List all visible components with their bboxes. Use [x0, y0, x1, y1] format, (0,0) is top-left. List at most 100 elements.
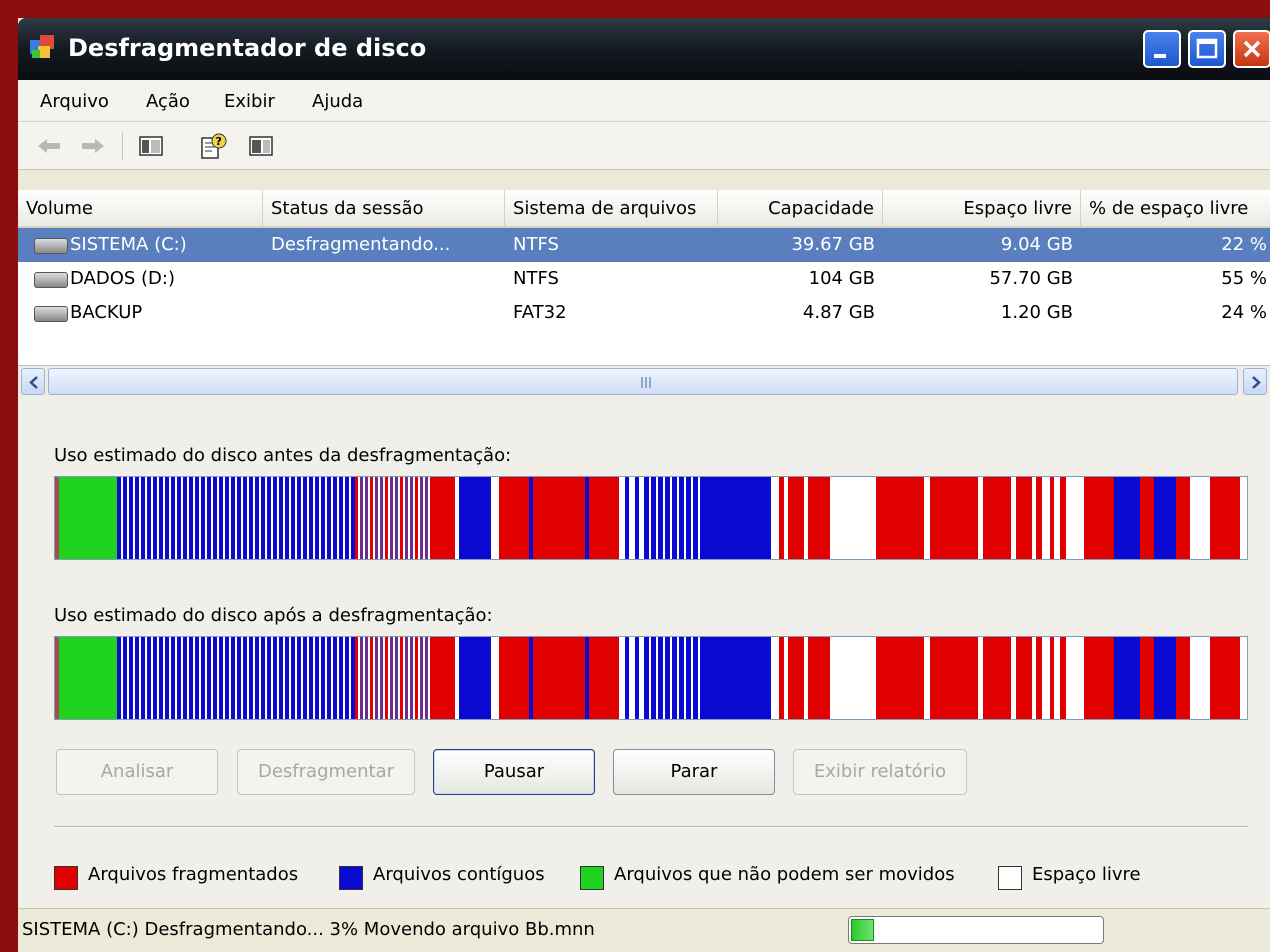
cluster-segment	[59, 477, 117, 559]
show-hide-console-tree-icon[interactable]	[136, 132, 166, 160]
cluster-segment	[1084, 637, 1114, 719]
table-row[interactable]: SISTEMA (C:) Desfragmentando... NTFS 39.…	[18, 228, 1270, 262]
cluster-segment	[273, 477, 277, 559]
column-header-status[interactable]: Status da sessão	[263, 190, 505, 228]
scroll-thumb[interactable]	[48, 368, 1238, 395]
cluster-segment	[373, 477, 375, 559]
close-button[interactable]	[1233, 30, 1270, 68]
cluster-segment	[183, 637, 187, 719]
menu-exibir[interactable]: Exibir	[224, 91, 275, 112]
cluster-segment	[658, 637, 663, 719]
table-row[interactable]: DADOS (D:) NTFS 104 GB 57.70 GB 55 %	[18, 262, 1270, 296]
cluster-segment	[420, 477, 423, 559]
cluster-segment	[351, 477, 355, 559]
cluster-segment	[398, 477, 400, 559]
cell-free-space: 57.70 GB	[989, 268, 1073, 289]
cluster-segment	[279, 477, 283, 559]
column-header-free-percent[interactable]: % de espaço livre	[1081, 190, 1270, 228]
help-icon[interactable]: ?	[198, 132, 228, 160]
cluster-segment	[1084, 477, 1114, 559]
cluster-segment	[665, 637, 670, 719]
title-bar[interactable]: Desfragmentador de disco	[18, 18, 1270, 80]
cluster-segment	[295, 637, 297, 719]
cluster-segment	[291, 637, 295, 719]
cluster-segment	[1060, 477, 1066, 559]
horizontal-scrollbar[interactable]	[18, 365, 1270, 397]
cluster-segment	[629, 637, 635, 719]
analyze-button[interactable]: Analisar	[56, 749, 218, 795]
cluster-segment	[430, 637, 433, 719]
cluster-segment	[423, 477, 425, 559]
cluster-segment	[255, 637, 259, 719]
cluster-segment	[693, 477, 698, 559]
cluster-segment	[237, 637, 241, 719]
defragment-button[interactable]: Desfragmentar	[237, 749, 415, 795]
column-header-filesystem[interactable]: Sistema de arquivos	[505, 190, 718, 228]
cluster-segment	[672, 477, 677, 559]
maximize-button[interactable]	[1188, 30, 1226, 68]
cluster-segment	[229, 637, 231, 719]
cluster-segment	[129, 637, 133, 719]
forward-arrow-icon[interactable]	[78, 132, 108, 160]
cluster-segment	[243, 477, 247, 559]
cluster-segment	[698, 637, 700, 719]
cluster-segment	[297, 637, 301, 719]
cluster-segment	[217, 477, 219, 559]
cluster-segment	[635, 637, 639, 719]
column-header-capacity[interactable]: Capacidade	[718, 190, 883, 228]
cluster-segment	[351, 637, 355, 719]
cluster-segment	[686, 477, 691, 559]
menu-acao[interactable]: Ação	[146, 91, 190, 112]
stop-button[interactable]: Parar	[613, 749, 775, 795]
scroll-right-button[interactable]	[1243, 368, 1267, 395]
cluster-segment	[619, 477, 625, 559]
cluster-segment	[343, 637, 345, 719]
column-header-volume[interactable]: Volume	[18, 190, 263, 228]
minimize-button[interactable]	[1143, 30, 1181, 68]
maximize-icon	[1196, 38, 1218, 59]
cluster-segment	[1011, 477, 1016, 559]
cluster-segment	[1042, 477, 1050, 559]
cluster-segment	[656, 477, 658, 559]
cluster-segment	[924, 477, 930, 559]
legend-label-unmovable: Arquivos que não podem ser movidos	[614, 864, 955, 885]
cluster-segment	[55, 637, 59, 719]
cluster-segment	[408, 637, 410, 719]
menu-arquivo[interactable]: Arquivo	[40, 91, 109, 112]
cluster-segment	[679, 477, 684, 559]
cluster-segment	[430, 477, 433, 559]
cluster-segment	[201, 637, 205, 719]
disk-usage-map-before	[55, 477, 1247, 559]
cluster-segment	[433, 637, 455, 719]
back-arrow-icon[interactable]	[34, 132, 64, 160]
cluster-segment	[533, 477, 585, 559]
table-row[interactable]: BACKUP FAT32 4.87 GB 1.20 GB 24 %	[18, 296, 1270, 330]
cluster-segment	[378, 477, 380, 559]
cluster-segment	[1050, 637, 1054, 719]
cluster-segment	[703, 477, 771, 559]
cell-free-space: 1.20 GB	[1000, 302, 1073, 323]
cluster-segment	[309, 477, 313, 559]
cluster-segment	[360, 637, 363, 719]
menu-ajuda[interactable]: Ajuda	[312, 91, 363, 112]
cluster-segment	[355, 637, 358, 719]
cluster-segment	[983, 477, 1011, 559]
cluster-segment	[127, 477, 129, 559]
show-hide-action-pane-icon[interactable]	[246, 132, 276, 160]
view-report-button[interactable]: Exibir relatório	[793, 749, 967, 795]
column-header-free-space[interactable]: Espaço livre	[883, 190, 1081, 228]
cluster-segment	[1054, 477, 1060, 559]
after-map-label: Uso estimado do disco após a desfragment…	[54, 605, 493, 626]
cluster-segment	[313, 477, 315, 559]
cluster-segment	[219, 477, 223, 559]
cluster-segment	[804, 477, 808, 559]
cluster-segment	[267, 477, 271, 559]
pause-button[interactable]: Pausar	[433, 749, 595, 795]
cluster-segment	[165, 477, 169, 559]
cluster-segment	[358, 477, 360, 559]
cluster-segment	[171, 637, 175, 719]
cluster-segment	[639, 637, 644, 719]
cluster-segment	[187, 637, 189, 719]
scroll-left-button[interactable]	[21, 368, 45, 395]
cluster-segment	[129, 477, 133, 559]
